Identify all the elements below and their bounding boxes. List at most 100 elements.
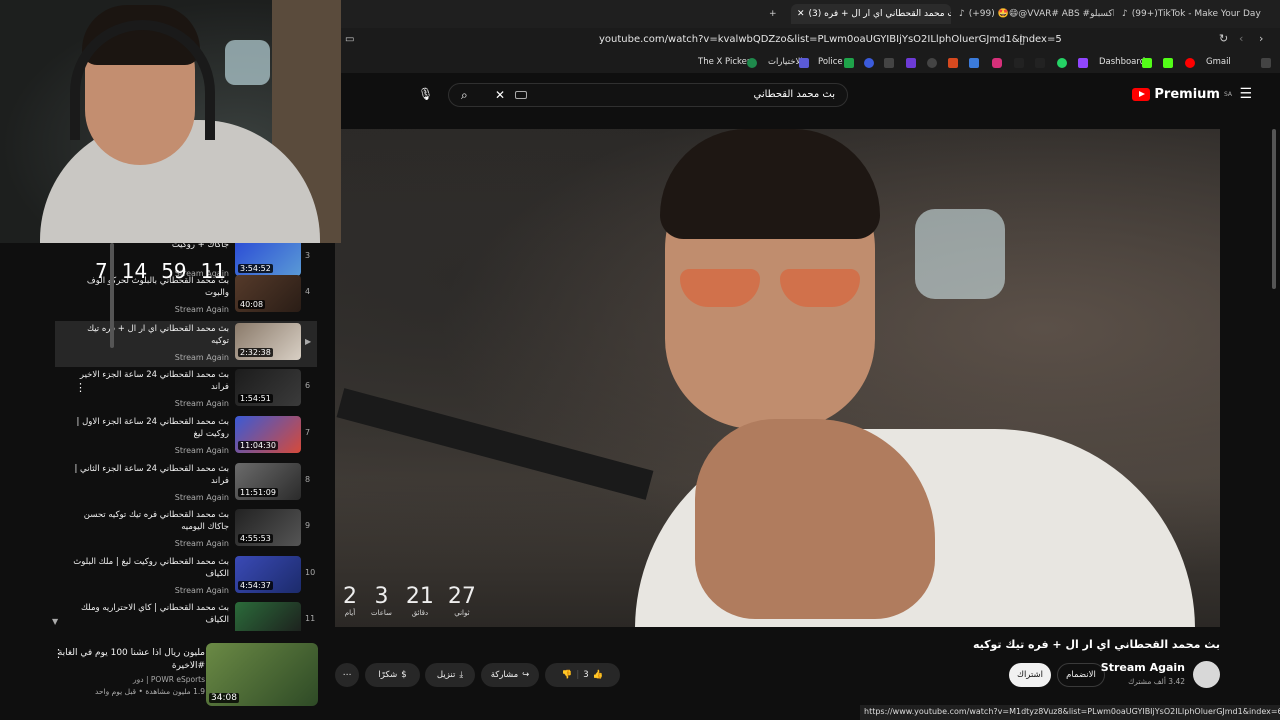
playlist-item[interactable]: 1:54:51 6 بث محمد القحطاني 24 ساعة الجزء… — [55, 367, 317, 413]
menu-icon[interactable]: ☰ — [1239, 86, 1252, 102]
new-tab-button[interactable]: + — [769, 4, 783, 24]
tiktok-icon[interactable] — [1014, 58, 1024, 68]
link-icon[interactable] — [864, 58, 874, 68]
reload-icon[interactable]: ↻ — [1219, 32, 1228, 45]
kick-icon[interactable] — [1163, 58, 1173, 68]
app-icon[interactable] — [969, 58, 979, 68]
video-player[interactable]: 2 أيام 3 ساعات 21 دقائق 27 ثواني — [335, 129, 1220, 627]
back-icon[interactable]: ‹ — [1239, 32, 1243, 45]
video-sunglasses — [680, 269, 760, 307]
recommended-thumbnail: 34:08 — [206, 643, 318, 706]
url-field[interactable]: youtube.com/watch?v=kvalwbQDZzo&list=PLw… — [599, 34, 1062, 45]
playlist-thumbnail: 4:54:37 — [235, 556, 301, 593]
sidebar-toggle-icon[interactable]: ▭ — [345, 34, 354, 45]
status-url: https://www.youtube.com/watch?v=M1dtyz8V… — [860, 705, 1280, 720]
app-icon[interactable] — [948, 58, 958, 68]
app-icon[interactable] — [927, 58, 937, 68]
playlist-thumbnail: 3:54:52 — [235, 243, 301, 276]
playlist-item[interactable]: 4:55:53 9 بث محمد القحطاني فره تيك توكيه… — [55, 507, 317, 553]
plus-icon: + — [769, 9, 777, 19]
bookmark-dashboard[interactable]: Dashboard — [1099, 57, 1145, 67]
countdown-days: 2 أيام — [343, 584, 357, 617]
search-input[interactable]: ⌕ ✕ بث محمد القحطاني — [448, 83, 848, 107]
list-icon — [799, 58, 809, 68]
recommended-video[interactable]: 34:08 مليون ريال اذا عشنا 100 يوم في الغ… — [53, 643, 325, 713]
download-icon: ⤓ — [459, 670, 464, 680]
bookmark-choices[interactable]: الاختيارات — [768, 57, 803, 67]
playlist-thumbnail: 1:54:51 — [235, 369, 301, 406]
playlist-thumbnail: 11:04:30 — [235, 416, 301, 453]
app-icon[interactable] — [906, 58, 916, 68]
browser-tab-active[interactable]: ✕ (3) بث محمد القحطاني اي ار ال + فره... — [791, 4, 951, 24]
like-count: 3 — [583, 670, 589, 680]
search-value: بث محمد القحطاني — [753, 89, 835, 100]
share-button[interactable]: مشاركة ↪ — [481, 663, 539, 687]
playlist-item[interactable]: 11:04:30 7 بث محمد القحطاني 24 ساعة الجز… — [55, 414, 317, 460]
playlist-thumbnail: 2:32:38 — [235, 323, 301, 360]
playlist-item[interactable]: 11:51:09 8 بث محمد القحطاني 24 ساعة الجز… — [55, 461, 317, 507]
xpicker-icon — [747, 58, 757, 68]
page-scrollbar[interactable] — [1272, 129, 1276, 289]
apps-grid-icon[interactable] — [1261, 58, 1271, 68]
keyboard-icon[interactable] — [515, 91, 527, 99]
download-button[interactable]: تنزيل ⤓ — [425, 663, 475, 687]
now-playing-icon: ▶ — [305, 337, 312, 346]
screen: ♪ (99+)TikTok - Make Your Day ♪ (+99) 🤩😄… — [0, 0, 1280, 720]
whatsapp-icon[interactable] — [1057, 58, 1067, 68]
subscribe-button[interactable]: اشتراك — [1009, 663, 1051, 687]
forward-icon[interactable]: › — [1259, 32, 1263, 45]
browser-tabbar: ♪ (99+)TikTok - Make Your Day ♪ (+99) 🤩😄… — [341, 0, 1280, 28]
x-icon[interactable] — [1035, 58, 1045, 68]
bookmark-x-picker[interactable]: The X Picker — [698, 57, 750, 67]
search-icon[interactable]: ⌕ — [461, 88, 468, 103]
join-button[interactable]: الانضمام — [1057, 663, 1105, 687]
channel-avatar[interactable] — [1193, 661, 1220, 688]
countdown-minutes: 21 دقائق — [405, 584, 434, 617]
video-actions: ⋯ شكرًا $ تنزيل ⤓ مشاركة ↪ 👎 | 3 👍 اشترا… — [335, 660, 1220, 690]
microphone-icon[interactable]: 🎙 — [418, 87, 433, 101]
youtube-logo-icon — [1132, 88, 1151, 101]
countdown-seconds: 27 ثواني — [447, 584, 476, 617]
item-menu-icon[interactable]: ⋮ — [75, 381, 86, 394]
youtube-icon[interactable] — [1185, 58, 1195, 68]
instagram-icon[interactable] — [992, 58, 1002, 68]
sidebar: 3:54:52 3 جاكاك + روكيت Stream Again 40:… — [0, 243, 335, 720]
bookmark-icon[interactable]: ▯ — [1019, 33, 1025, 46]
playlist-item[interactable]: 11 بث محمد القحطاني | كاي الاحتراريه ومل… — [55, 600, 317, 631]
video-decor-mask — [915, 209, 1005, 299]
more-actions-button[interactable]: ⋯ — [335, 663, 359, 687]
video-countdown: 2 أيام 3 ساعات 21 دقائق 27 ثواني — [343, 584, 476, 617]
bookmark-police[interactable]: Police — [818, 57, 843, 67]
bookmark-gmail[interactable]: Gmail — [1206, 57, 1231, 67]
youtube-premium-logo[interactable]: Premium SA — [1132, 87, 1232, 102]
tiktok-icon: ♪ — [959, 9, 965, 19]
playlist-thumbnail: 4:55:53 — [235, 509, 301, 546]
twitch-icon[interactable] — [1078, 58, 1088, 68]
browser-tab[interactable]: ♪ (+99) 🤩😄@VVAR# ABS #اكسبلو... — [959, 4, 1114, 24]
channel-subscribers: 3.42 ألف مشترك — [1128, 677, 1185, 686]
app-icon[interactable] — [884, 58, 894, 68]
more-icon: ⋯ — [342, 670, 352, 680]
clear-search-icon[interactable]: ✕ — [495, 88, 505, 102]
like-dislike-group: 👎 | 3 👍 — [545, 663, 620, 687]
playlist-thumbnail: 11:51:09 — [235, 463, 301, 500]
tiktok-icon: ♪ — [1122, 9, 1128, 19]
playlist-item[interactable]: 4:54:37 10 بث محمد القحطاني روكيت ليغ | … — [55, 554, 317, 600]
overlay-timer: 7 14 59 11 — [95, 259, 227, 283]
dislike-icon[interactable]: 👎 — [562, 670, 573, 680]
kick-icon[interactable] — [1142, 58, 1152, 68]
playlist-thumbnail — [235, 602, 301, 631]
playlist-scroll-down-icon[interactable]: ▼ — [52, 617, 58, 626]
close-icon[interactable]: ✕ — [797, 9, 805, 19]
countdown-hours: 3 ساعات — [371, 584, 392, 617]
share-icon: ↪ — [522, 670, 530, 680]
youtube-header: 🎙 ⌕ ✕ بث محمد القحطاني Premium SA ☰ — [341, 73, 1280, 119]
browser-tab[interactable]: ♪ (99+)TikTok - Make Your Day — [1122, 4, 1262, 24]
bookmarks-bar: The X Picker الاختيارات Police Dashboard… — [341, 53, 1280, 73]
playlist-item-current[interactable]: 2:32:38 ▶ بث محمد القحطاني اي ار ال + فر… — [55, 321, 317, 367]
webcam-overlay — [0, 0, 341, 243]
item-menu-icon[interactable]: ⋮ — [53, 647, 64, 660]
channel-name[interactable]: Stream Again — [1101, 661, 1185, 674]
like-icon[interactable]: 👍 — [593, 670, 604, 680]
thanks-button[interactable]: شكرًا $ — [365, 663, 420, 687]
